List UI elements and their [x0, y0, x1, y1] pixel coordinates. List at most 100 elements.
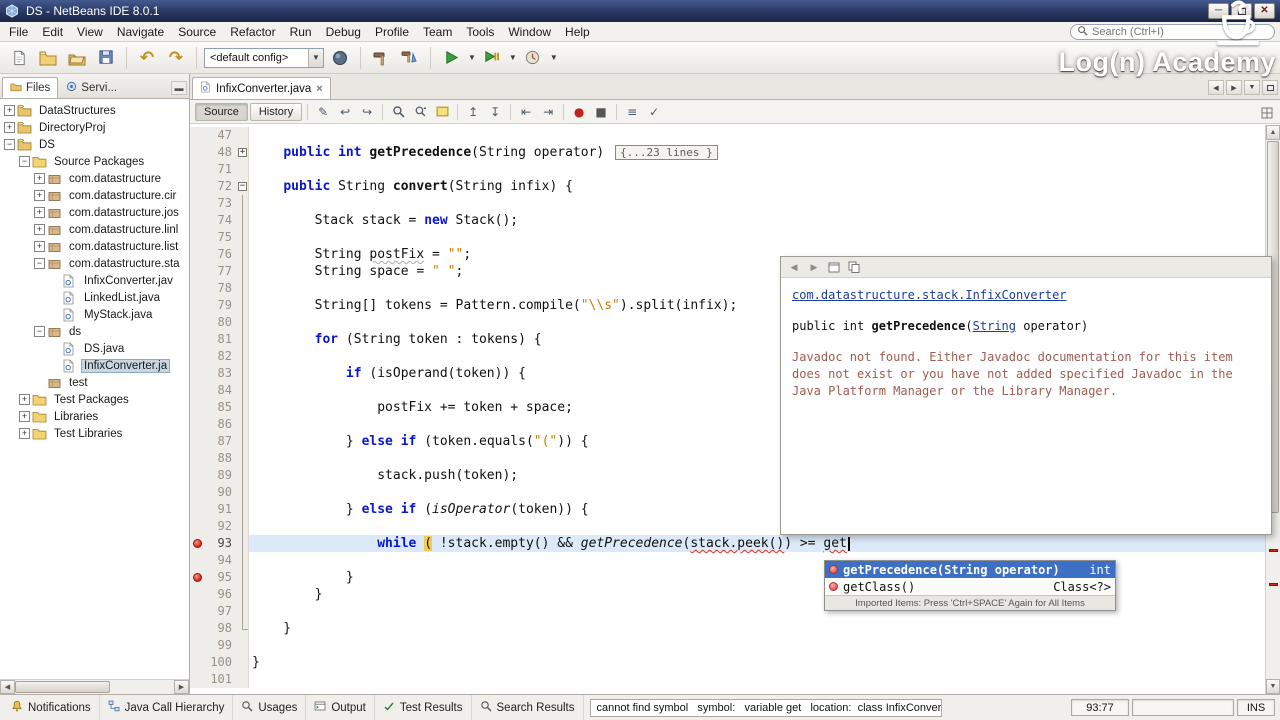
tree-item-label[interactable]: Source Packages	[51, 156, 147, 168]
history-view-button[interactable]: History	[249, 102, 303, 121]
line-number[interactable]: 80	[204, 314, 236, 331]
code-line-47[interactable]: 47	[190, 127, 1265, 144]
tree-item-directoryproj[interactable]: + DirectoryProj	[0, 119, 189, 136]
completion-item-getclass[interactable]: getClass() Class<?>	[825, 578, 1115, 595]
line-number[interactable]: 89	[204, 467, 236, 484]
tree-horizontal-scrollbar[interactable]: ◀ ▶	[0, 679, 189, 694]
fold-toggle-icon[interactable]: +	[238, 148, 247, 157]
code-line-73[interactable]: 73	[190, 195, 1265, 212]
line-number[interactable]: 90	[204, 484, 236, 501]
forward-icon[interactable]: ↪	[357, 102, 377, 122]
expand-handle[interactable]: +	[34, 173, 45, 184]
next-bookmark-icon[interactable]: ↧	[485, 102, 505, 122]
scroll-left-icon[interactable]: ◀	[0, 680, 15, 694]
line-number[interactable]: 79	[204, 297, 236, 314]
documents-list-button[interactable]: ▼	[1244, 80, 1260, 95]
line-number[interactable]: 91	[204, 501, 236, 518]
line-number[interactable]: 88	[204, 450, 236, 467]
menu-edit[interactable]: Edit	[35, 23, 70, 41]
expand-handle[interactable]: +	[19, 428, 30, 439]
back-icon[interactable]: ↩	[335, 102, 355, 122]
line-number[interactable]: 96	[204, 586, 236, 603]
tree-item-label[interactable]: ds	[66, 326, 84, 338]
config-dropdown[interactable]: <default config> ▼	[204, 47, 324, 68]
menu-help[interactable]: Help	[558, 23, 597, 41]
tree-item-libraries[interactable]: + Libraries	[0, 408, 189, 425]
maximize-button[interactable]	[1231, 3, 1252, 19]
status-tab-notifications[interactable]: Notifications	[3, 695, 100, 720]
status-tab-usages[interactable]: Usages	[233, 695, 307, 720]
tree-item-ds[interactable]: − DS	[0, 136, 189, 153]
line-number[interactable]: 76	[204, 246, 236, 263]
tree-item-label[interactable]: DS.java	[81, 343, 127, 355]
show-in-browser-icon[interactable]	[826, 260, 842, 275]
tree-item-label[interactable]: InfixConverter.jav	[81, 275, 176, 287]
code-line-99[interactable]: 99	[190, 637, 1265, 654]
line-number[interactable]: 81	[204, 331, 236, 348]
tree-item-label[interactable]: MyStack.java	[81, 309, 155, 321]
javadoc-class-link[interactable]: com.datastructure.stack.InfixConverter	[792, 287, 1067, 304]
menu-profile[interactable]: Profile	[368, 23, 416, 41]
search-input[interactable]	[1092, 26, 1268, 38]
code-text[interactable]	[249, 161, 1265, 178]
line-number[interactable]: 98	[204, 620, 236, 637]
menu-debug[interactable]: Debug	[319, 23, 368, 41]
tab-files[interactable]: Files	[2, 77, 59, 98]
menu-navigate[interactable]: Navigate	[110, 23, 171, 41]
tree-item-label[interactable]: DS	[36, 139, 58, 151]
expand-handle[interactable]: +	[4, 122, 15, 133]
error-badge-icon[interactable]	[192, 573, 202, 582]
line-number[interactable]: 101	[204, 671, 236, 688]
maximize-editor-button[interactable]	[1262, 80, 1278, 95]
code-line-71[interactable]: 71	[190, 161, 1265, 178]
close-button[interactable]: ✕	[1254, 3, 1275, 19]
tree-item-label[interactable]: Libraries	[51, 411, 101, 423]
debug-dropdown-icon[interactable]: ▼	[509, 53, 517, 62]
error-badge-icon[interactable]	[192, 539, 202, 548]
code-text[interactable]: public String convert(String infix) {	[249, 178, 1265, 195]
scroll-right-icon[interactable]: ▶	[174, 680, 189, 694]
code-text[interactable]	[249, 127, 1265, 144]
menu-view[interactable]: View	[70, 23, 110, 41]
tab-services[interactable]: Servi...	[58, 77, 125, 98]
code-text[interactable]: public int getPrecedence(String operator…	[249, 144, 1265, 161]
tree-item-ds-java[interactable]: DS.java	[0, 340, 189, 357]
line-number[interactable]: 75	[204, 229, 236, 246]
line-number[interactable]: 48	[204, 144, 236, 161]
shift-right-icon[interactable]: ⇥	[538, 102, 558, 122]
status-tab-java-call-hierarchy[interactable]: Java Call Hierarchy	[100, 695, 234, 720]
comment-icon[interactable]: ≡	[622, 102, 642, 122]
code-line-93[interactable]: 93 while ( !stack.empty() && getPreceden…	[190, 535, 1265, 552]
menu-tools[interactable]: Tools	[459, 23, 501, 41]
tree-item-datastructures[interactable]: + DataStructures	[0, 102, 189, 119]
tab-infixconverter[interactable]: InfixConverter.java ×	[192, 77, 331, 99]
status-tab-test-results[interactable]: Test Results	[375, 695, 472, 720]
profile-button[interactable]	[520, 45, 546, 71]
scroll-tabs-right-button[interactable]: ▶	[1226, 80, 1242, 95]
expand-handle[interactable]: +	[19, 394, 30, 405]
start-macro-icon[interactable]: ●	[569, 102, 589, 122]
line-number[interactable]: 85	[204, 399, 236, 416]
line-number[interactable]: 77	[204, 263, 236, 280]
code-text[interactable]	[249, 195, 1265, 212]
line-number[interactable]: 93	[204, 535, 236, 552]
tree-item-source-packages[interactable]: − Source Packages	[0, 153, 189, 170]
expand-handle[interactable]: +	[34, 190, 45, 201]
code-text[interactable]	[249, 637, 1265, 654]
menu-team[interactable]: Team	[416, 23, 459, 41]
code-text[interactable]: Stack stack = new Stack();	[249, 212, 1265, 229]
quick-search[interactable]	[1070, 24, 1275, 40]
undo-button[interactable]: ↶	[134, 45, 160, 71]
split-editor-button[interactable]	[1257, 103, 1277, 123]
tree-item-test-packages[interactable]: + Test Packages	[0, 391, 189, 408]
find-next-occurrence-icon[interactable]	[410, 102, 430, 122]
code-line-100[interactable]: 100}	[190, 654, 1265, 671]
line-number[interactable]: 94	[204, 552, 236, 569]
menu-run[interactable]: Run	[283, 23, 319, 41]
code-text[interactable]	[249, 229, 1265, 246]
line-number[interactable]: 86	[204, 416, 236, 433]
tree-item-label[interactable]: DirectoryProj	[36, 122, 108, 134]
line-number[interactable]: 87	[204, 433, 236, 450]
menu-source[interactable]: Source	[171, 23, 223, 41]
status-tab-output[interactable]: Output	[306, 695, 375, 720]
